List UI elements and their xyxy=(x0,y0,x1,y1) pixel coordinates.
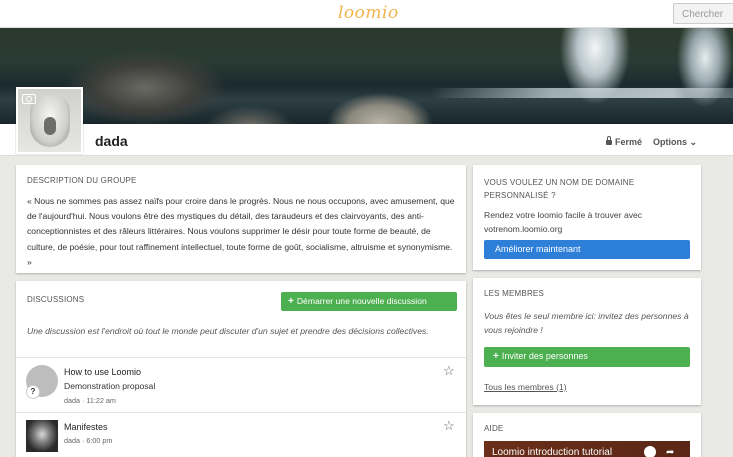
discussion-subtitle: Demonstration proposal xyxy=(64,381,156,391)
invite-people-button[interactable]: + Inviter des personnes xyxy=(484,347,690,367)
lock-icon xyxy=(606,136,612,145)
discussion-item[interactable]: Manifestes dada · 6:00 pm ☆ xyxy=(16,412,466,457)
start-discussion-label: Démarrer une nouvelle discussion xyxy=(296,296,427,306)
domain-text: Rendez votre loomio facile à trouver ave… xyxy=(484,210,643,234)
share-icon[interactable]: ➦ xyxy=(666,447,674,457)
discussion-meta: dada · 6:00 pm xyxy=(64,436,113,445)
avatar xyxy=(26,420,58,452)
privacy-status[interactable]: Fermé xyxy=(606,136,643,147)
members-card: LES MEMBRES Vous êtes le seul membre ici… xyxy=(473,278,701,405)
custom-domain-card: VOUS VOULEZ UN NOM DE DOMAINE PERSONNALI… xyxy=(473,165,701,270)
options-menu[interactable]: Options ⌄ xyxy=(653,137,697,148)
top-navbar: loomio Chercher xyxy=(0,0,733,28)
discussions-intro: Une discussion est l'endroit où tout le … xyxy=(27,326,429,336)
discussion-meta: dada · 11:22 am xyxy=(64,396,116,405)
plus-icon: + xyxy=(493,351,499,362)
description-card: DESCRIPTION DU GROUPE « Nous ne sommes p… xyxy=(16,165,466,273)
group-cover-photo xyxy=(0,28,733,124)
privacy-label: Fermé xyxy=(615,137,643,147)
video-title: Loomio introduction tutorial xyxy=(492,447,613,457)
description-title: DESCRIPTION DU GROUPE xyxy=(27,176,137,185)
discussion-title[interactable]: How to use Loomio xyxy=(64,367,141,377)
all-members-link[interactable]: Tous les membres (1) xyxy=(484,382,567,392)
clock-icon[interactable] xyxy=(644,446,656,457)
loomio-logo[interactable]: loomio xyxy=(338,3,399,23)
help-title: AIDE xyxy=(484,424,504,433)
discussions-card: DISCUSSIONS + Démarrer une nouvelle discu… xyxy=(16,281,466,457)
discussion-item[interactable]: ? How to use Loomio Demonstration propos… xyxy=(16,357,466,413)
members-text: Vous êtes le seul membre ici: invitez de… xyxy=(484,311,689,335)
upgrade-button[interactable]: Améliorer maintenant xyxy=(484,240,690,259)
discussion-title[interactable]: Manifestes xyxy=(64,422,108,432)
group-name: dada xyxy=(95,133,128,149)
domain-title: VOUS VOULEZ UN NOM DE DOMAINE PERSONNALI… xyxy=(484,178,635,200)
members-title: LES MEMBRES xyxy=(484,289,544,298)
start-discussion-button[interactable]: + Démarrer une nouvelle discussion xyxy=(281,292,457,311)
tutorial-video[interactable]: Loomio introduction tutorial ➦ xyxy=(484,441,690,457)
description-text: « Nous ne sommes pas assez naïfs pour cr… xyxy=(27,196,455,267)
discussions-title: DISCUSSIONS xyxy=(27,295,85,304)
help-card: AIDE Loomio introduction tutorial ➦ xyxy=(473,413,701,457)
camera-icon[interactable] xyxy=(22,94,36,104)
cover-waterfall-spray xyxy=(430,88,733,98)
star-icon[interactable]: ☆ xyxy=(443,418,455,434)
plus-icon: + xyxy=(288,296,294,307)
invite-label: Inviter des personnes xyxy=(501,351,588,361)
proposal-badge: ? xyxy=(26,385,40,399)
search-input[interactable]: Chercher xyxy=(673,3,733,24)
group-logo-image xyxy=(30,95,70,147)
star-icon[interactable]: ☆ xyxy=(443,363,455,379)
